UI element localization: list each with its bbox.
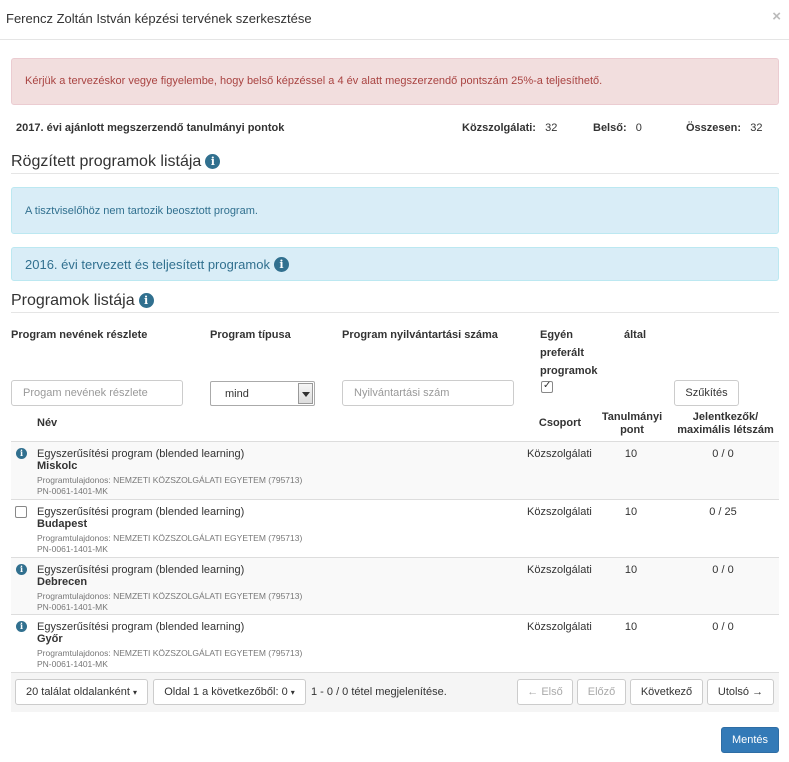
program-code: PN-0061-1401-MK [37, 544, 108, 554]
program-code: PN-0061-1401-MK [37, 602, 108, 612]
caret-down-icon: ▾ [290, 688, 295, 697]
info-circle-icon[interactable]: i [205, 154, 221, 169]
pref-label-4: programok [540, 365, 598, 377]
program-points: 10 [624, 506, 638, 518]
fixed-programs-title-text: Rögzített programok listája [11, 153, 202, 170]
type-filter-value: mind [225, 388, 249, 400]
program-name: Egyszerűsítési program (blended learning… [37, 621, 245, 633]
page-info-label: Oldal 1 a következőből: 0 [164, 686, 288, 698]
program-list-title: Programok listája i [11, 292, 779, 313]
program-owner: Programtulajdonos: NEMZETI KÖZSZOLGÁLATI… [37, 591, 303, 601]
row-select-checkbox[interactable] [15, 506, 27, 518]
program-group: Közszolgálati [527, 621, 592, 633]
program-code: PN-0061-1401-MK [37, 659, 108, 669]
pref-label-2: által [624, 329, 647, 341]
program-name: Egyszerűsítési program (blended learning… [37, 564, 245, 576]
program-group: Közszolgálati [527, 564, 592, 576]
program-registrations: 0 / 25 [709, 506, 737, 518]
program-name: Egyszerűsítési program (blended learning… [37, 448, 245, 460]
info-circle-icon[interactable]: i [138, 293, 154, 308]
internal-points-value: 0 [635, 122, 642, 134]
result-count: 1 - 0 / 0 tétel megjelenítése. [311, 686, 447, 698]
pref-label-1: Egyén [540, 329, 574, 341]
prev-page-button[interactable]: Előző [577, 679, 626, 705]
name-filter-input[interactable]: Progam nevének részlete [11, 380, 183, 406]
info-circle-icon[interactable]: i [16, 448, 27, 459]
page-size-dropdown[interactable]: 20 találat oldalanként ▾ [15, 679, 148, 705]
info-circle-icon[interactable]: i [16, 564, 27, 575]
reg-filter-label: Program nyilvántartási száma [342, 329, 498, 341]
filter-button[interactable]: Szűkítés [674, 380, 739, 406]
page-info-dropdown[interactable]: Oldal 1 a következőből: 0 ▾ [153, 679, 306, 705]
page-size-label: 20 találat oldalanként [25, 686, 130, 698]
program-registrations: 0 / 0 [712, 448, 734, 460]
program-name: Egyszerűsítési program (blended learning… [37, 506, 245, 518]
internal-points-label: Belső: [593, 122, 627, 134]
total-points-label: Összesen: [686, 122, 742, 134]
modal-header: Ferencz Zoltán István képzési tervének s… [0, 0, 789, 40]
pref-label-3: preferált [540, 347, 585, 359]
program-owner: Programtulajdonos: NEMZETI KÖZSZOLGÁLATI… [37, 475, 303, 485]
program-code: PN-0061-1401-MK [37, 486, 108, 496]
points-title: 2017. évi ajánlott megszerzendő tanulmán… [16, 122, 285, 134]
col-points-line2: pont [620, 424, 644, 436]
program-points: 10 [624, 564, 638, 576]
caret-down-icon: ▾ [133, 688, 138, 697]
total-points-value: 32 [750, 122, 763, 134]
type-filter-select[interactable]: mind [210, 381, 315, 406]
col-reg-line1: Jelentkezők/ [692, 411, 759, 423]
col-registrations[interactable]: Jelentkezők/ maximális létszám [668, 411, 783, 437]
table-row[interactable]: i Egyszerűsítési program (blended learni… [11, 614, 779, 672]
last-page-button[interactable]: Utolsó → [707, 679, 774, 705]
program-list-title-text: Programok listája [11, 292, 135, 309]
program-city: Miskolc [37, 460, 78, 472]
col-points[interactable]: Tanulmányi pont [596, 411, 668, 437]
col-points-line1: Tanulmányi [601, 411, 663, 423]
program-city: Budapest [37, 518, 88, 530]
table-row[interactable]: Egyszerűsítési program (blended learning… [11, 499, 779, 557]
program-points: 10 [624, 448, 638, 460]
info-circle-icon[interactable]: i [16, 621, 27, 632]
first-page-button[interactable]: ← Első [517, 679, 573, 705]
program-points: 10 [624, 621, 638, 633]
save-button[interactable]: Mentés [721, 727, 779, 753]
public-points-value: 32 [545, 122, 558, 134]
col-reg-line2: maximális létszám [677, 424, 774, 436]
col-group[interactable]: Csoport [530, 417, 590, 430]
pagination-bar: 20 találat oldalanként ▾ Oldal 1 a követ… [11, 672, 779, 712]
prev-year-panel[interactable]: 2016. évi tervezett és teljesített progr… [11, 247, 779, 281]
internal-points: Belső: 0 [593, 122, 642, 134]
table-row[interactable]: i Egyszerűsítési program (blended learni… [11, 557, 779, 614]
type-filter-label: Program típusa [210, 329, 291, 341]
next-page-button[interactable]: Következő [630, 679, 703, 705]
public-points: Közszolgálati: 32 [462, 122, 557, 134]
fixed-programs-title: Rögzített programok listája i [11, 153, 779, 174]
program-group: Közszolgálati [527, 448, 592, 460]
program-owner: Programtulajdonos: NEMZETI KÖZSZOLGÁLATI… [37, 533, 303, 543]
program-city: Debrecen [37, 576, 88, 588]
name-filter-label: Program nevének részlete [11, 329, 148, 341]
program-group: Közszolgálati [527, 506, 592, 518]
preferred-checkbox[interactable] [541, 380, 553, 393]
program-registrations: 0 / 0 [712, 621, 734, 633]
public-points-label: Közszolgálati: [462, 122, 536, 134]
close-icon[interactable]: × [772, 8, 781, 25]
table-row[interactable]: i Egyszerűsítési program (blended learni… [11, 441, 779, 499]
total-points: Összesen: 32 [686, 122, 762, 134]
program-city: Győr [37, 633, 63, 645]
caret-down-icon[interactable] [298, 383, 313, 404]
col-name[interactable]: Név [37, 417, 57, 430]
no-program-info: A tisztviselőhöz nem tartozik beosztott … [11, 187, 779, 234]
program-registrations: 0 / 0 [712, 564, 734, 576]
info-circle-icon[interactable]: i [273, 257, 289, 272]
program-owner: Programtulajdonos: NEMZETI KÖZSZOLGÁLATI… [37, 648, 303, 658]
reg-filter-input[interactable]: Nyilvántartási szám [342, 380, 514, 406]
modal-title: Ferencz Zoltán István képzési tervének s… [6, 11, 312, 26]
warning-alert: Kérjük a tervezéskor vegye figyelembe, h… [11, 58, 779, 105]
prev-year-title[interactable]: 2016. évi tervezett és teljesített progr… [25, 257, 270, 272]
